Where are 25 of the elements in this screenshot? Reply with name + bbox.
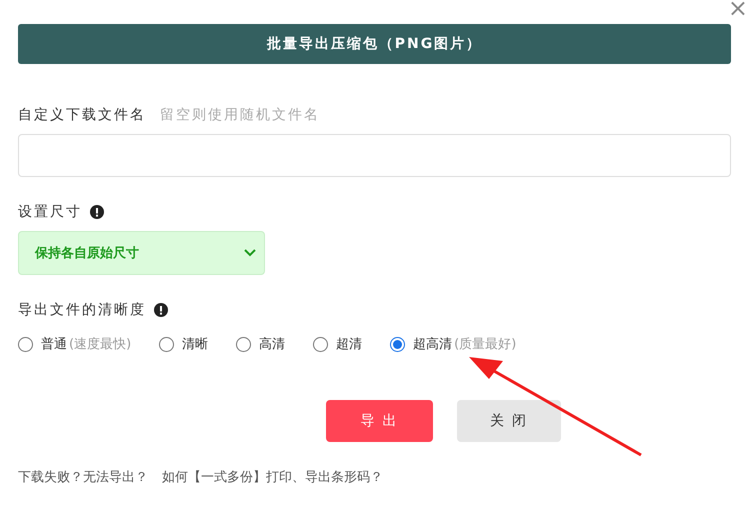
batch-export-button[interactable]: 批量导出压缩包（PNG图片） xyxy=(18,24,731,64)
filename-hint: 留空则使用随机文件名 xyxy=(160,106,320,124)
size-label: 设置尺寸 xyxy=(18,203,82,221)
help-link[interactable]: 下载失败？无法导出？ xyxy=(18,468,148,486)
radio-note: (速度最快) xyxy=(69,336,132,353)
radio-button[interactable] xyxy=(159,336,174,352)
radio-label[interactable]: 普通 xyxy=(41,335,67,353)
help-link[interactable]: 如何【一式多份】打印、导出条形码？ xyxy=(162,468,383,486)
radio-label[interactable]: 超清 xyxy=(336,335,362,353)
radio-button[interactable] xyxy=(313,336,328,352)
chevron-down-icon xyxy=(244,249,256,257)
radio-button[interactable] xyxy=(18,336,33,352)
radio-label[interactable]: 清晰 xyxy=(182,335,208,353)
filename-field[interactable] xyxy=(18,134,731,177)
clarity-label: 导出文件的清晰度 xyxy=(18,301,146,319)
close-icon[interactable]: × xyxy=(728,0,748,20)
radio-label[interactable]: 超高清 xyxy=(413,335,452,353)
radio-label[interactable]: 高清 xyxy=(259,335,286,353)
info-icon xyxy=(154,303,168,317)
radio-button[interactable] xyxy=(236,336,252,352)
info-icon xyxy=(90,205,104,219)
close-button[interactable]: 关 闭 xyxy=(457,400,561,442)
radio-button[interactable] xyxy=(390,336,406,352)
radio-note: (质量最好) xyxy=(454,336,516,353)
filename-label: 自定义下载文件名 xyxy=(18,106,146,124)
